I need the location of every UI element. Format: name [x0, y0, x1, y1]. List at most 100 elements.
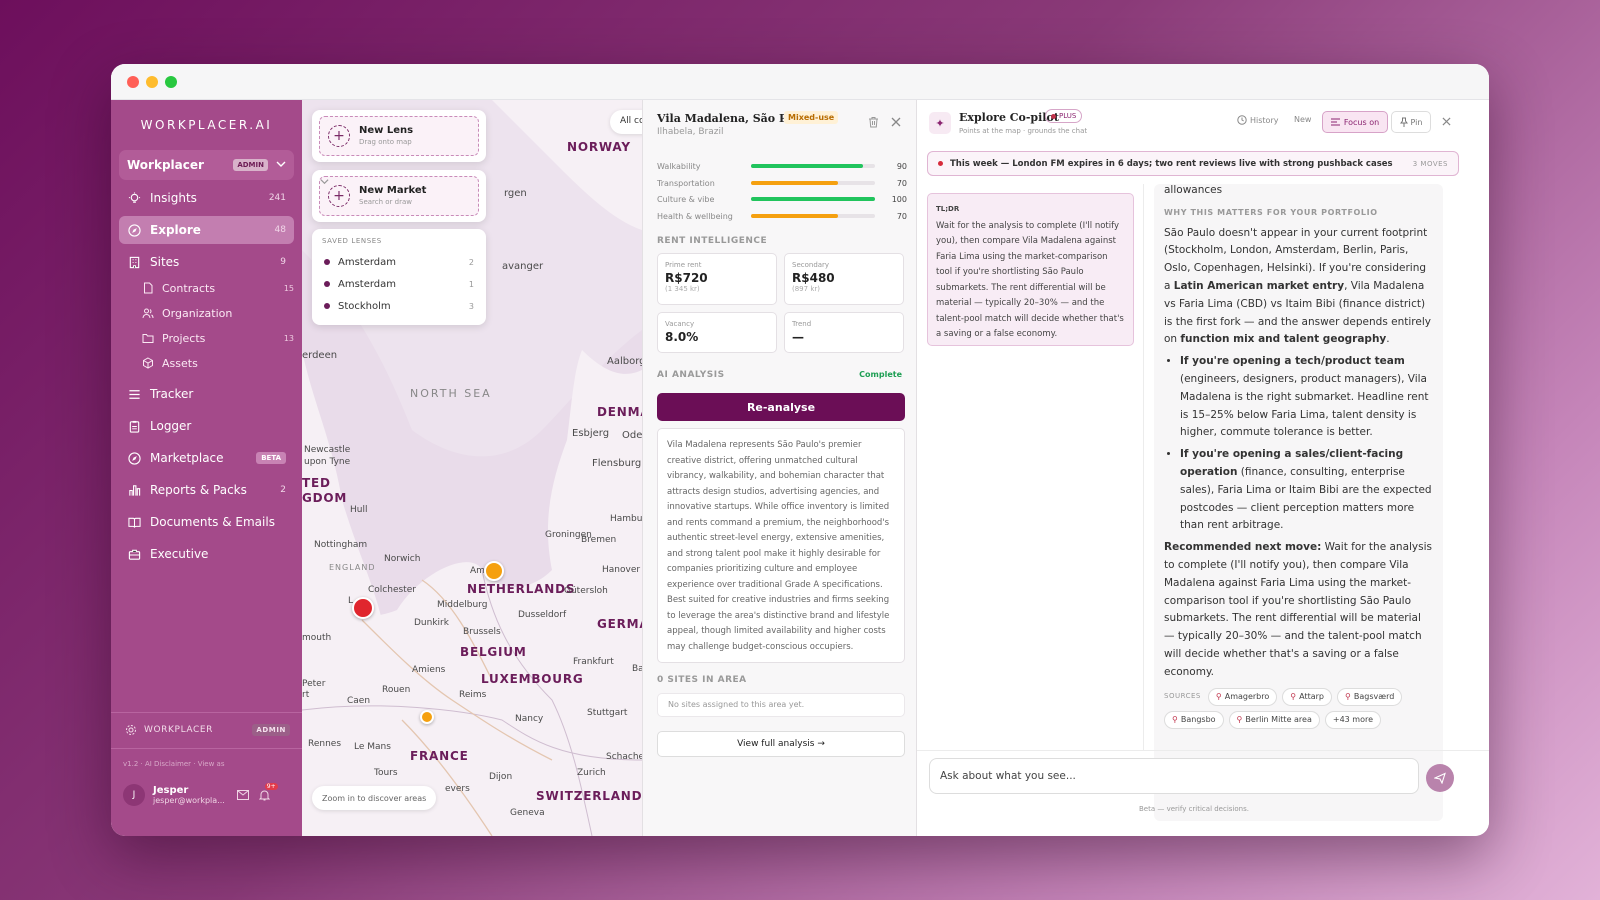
source-chip[interactable]: ⚲ Attarp [1282, 687, 1332, 706]
sidebar-divider [111, 748, 302, 749]
sidebar-divider [111, 712, 302, 713]
source-name: Amagerbro [1224, 691, 1270, 701]
sidebar-item-insights[interactable]: Insights 241 [119, 184, 294, 212]
place-label: Hanover [602, 565, 641, 575]
sidebar-subitem-contracts[interactable]: Contracts 15 [141, 276, 294, 300]
area-detail-panel: Vila Madalena, São Paulo Mixed-use Ilhab… [642, 100, 917, 836]
source-chip[interactable]: ⚲ Berlin Mitte area [1228, 710, 1320, 729]
new-lens-card[interactable]: + New Lens Drag onto map [312, 110, 486, 162]
new-lens-sub: Drag onto map [359, 138, 412, 146]
rent-sub: (897 kr) [792, 285, 820, 293]
new-lens-dropzone[interactable]: + New Lens Drag onto map [319, 116, 479, 156]
org-switcher[interactable]: Workplacer ADMIN [119, 150, 294, 180]
sidebar-item-sites[interactable]: Sites 9 [119, 248, 294, 276]
history-button[interactable]: History [1237, 115, 1278, 125]
new-chat-button[interactable]: New [1294, 115, 1311, 124]
rent-card-prime: Prime rent R$720 (1 345 kr) [657, 253, 777, 305]
sidebar-item-label: Documents & Emails [150, 515, 275, 529]
map-pin-orange[interactable] [420, 710, 434, 724]
sidebar-subitem-assets[interactable]: Assets [141, 351, 294, 375]
close-icon[interactable] [1442, 117, 1451, 126]
sidebar-item-documents[interactable]: Documents & Emails [119, 508, 294, 536]
answer-emphasis: Recommended next move: [1164, 541, 1322, 554]
maximize-window-button[interactable] [165, 76, 177, 88]
bar-chart-icon [127, 483, 141, 497]
place-label: Caen [347, 696, 371, 706]
source-chip[interactable]: ⚲ Bangsbo [1164, 710, 1224, 729]
close-icon[interactable] [891, 116, 901, 130]
answer-text: Wait for the analysis to complete (I'll … [1164, 541, 1433, 678]
country-label: NETHERLANDS [467, 582, 576, 596]
sidebar-subitem-label: Assets [162, 356, 198, 370]
app-window: WORKPLACER.AI Workplacer ADMIN Insights … [111, 64, 1489, 836]
sidebar-item-marketplace[interactable]: Marketplace BETA [119, 444, 294, 472]
chat-input[interactable]: Ask about what you see... [929, 758, 1419, 794]
metric-walkability: Walkability 90 [657, 160, 907, 172]
plus-icon: + [328, 185, 350, 207]
sidebar-item-explore[interactable]: Explore 48 [119, 216, 294, 244]
cube-icon [141, 357, 154, 370]
sidebar-subitem-organization[interactable]: Organization [141, 301, 294, 325]
user-profile[interactable]: J Jesper jesper@workpla... 9+ [123, 783, 293, 806]
sidebar-item-tracker[interactable]: Tracker [119, 380, 294, 408]
analysis-status: Complete [859, 370, 902, 379]
answer-bullet: If you're opening a tech/product team (e… [1180, 353, 1434, 442]
plus-badge: PLUS [1045, 109, 1083, 123]
saved-lens-item[interactable]: Amsterdam 2 [324, 254, 474, 270]
place-label: Oden [622, 430, 642, 441]
answer-emphasis: If you're opening a tech/product team [1180, 355, 1405, 368]
new-market-card[interactable]: + New Market Search or draw [312, 170, 486, 222]
app-logo: WORKPLACER.AI [140, 118, 273, 132]
sidebar-item-executive[interactable]: Executive [119, 540, 294, 568]
metric-value: 70 [896, 178, 907, 188]
place-label: Brussels [463, 627, 501, 637]
chat-answer: allowances WHY THIS MATTERS FOR YOUR POR… [1154, 184, 1443, 821]
sparkle-icon: ✦ [929, 112, 951, 134]
rent-label: Prime rent [665, 261, 702, 269]
saved-lens-item[interactable]: Stockholm 3 [324, 298, 474, 314]
sidebar: WORKPLACER.AI Workplacer ADMIN Insights … [111, 100, 302, 836]
place-label: Le Mans [354, 742, 391, 752]
workspace-settings[interactable]: WORKPLACER ADMIN [125, 724, 290, 736]
send-icon[interactable] [1426, 764, 1454, 792]
admin-badge: ADMIN [233, 159, 268, 171]
saved-lens-item[interactable]: Amsterdam 1 [324, 276, 474, 292]
history-label: History [1250, 115, 1279, 125]
map-pin-orange[interactable] [484, 561, 504, 581]
view-full-analysis-button[interactable]: View full analysis → [657, 731, 905, 757]
sites-in-area-header: 0 SITES IN AREA [657, 675, 747, 685]
sidebar-item-logger[interactable]: Logger [119, 412, 294, 440]
pin-button[interactable]: Pin [1391, 111, 1431, 133]
filter-chip[interactable]: All cc [610, 110, 642, 134]
pin-icon [1399, 117, 1408, 127]
minimize-window-button[interactable] [146, 76, 158, 88]
reanalyse-button[interactable]: Re-analyse [657, 393, 905, 421]
lens-count: 1 [468, 279, 474, 289]
trash-icon[interactable] [868, 116, 879, 131]
new-market-sub: Search or draw [359, 198, 412, 206]
mail-icon[interactable] [236, 790, 249, 800]
focus-toggle[interactable]: Focus on [1322, 111, 1388, 133]
rent-value: — [792, 330, 804, 344]
lens-name: Amsterdam [338, 278, 397, 290]
new-market-dropzone[interactable]: + New Market Search or draw [319, 176, 479, 216]
rent-card-secondary: Secondary R$480 (897 kr) [784, 253, 904, 305]
no-sites-message: No sites assigned to this area yet. [657, 693, 905, 717]
users-icon [141, 307, 154, 320]
map-pin-red[interactable] [352, 597, 374, 619]
version-links[interactable]: v1.2 · AI Disclaimer · View as [123, 760, 225, 768]
weekly-alert-banner[interactable]: This week — London FM expires in 6 days;… [927, 151, 1459, 176]
metric-value: 90 [896, 161, 907, 171]
source-chip[interactable]: ⚲ Bagsværd [1337, 687, 1403, 706]
more-sources-chip[interactable]: +43 more [1324, 710, 1382, 729]
metric-bar [751, 181, 875, 185]
notification-badge: 9+ [264, 783, 278, 790]
source-chip[interactable]: ⚲ Amagerbro [1207, 687, 1278, 706]
sidebar-subitem-projects[interactable]: Projects 13 [141, 326, 294, 350]
bell-icon[interactable]: 9+ [258, 783, 278, 801]
map-canvas[interactable]: NORTH SEA NORWAY DENMA NETHERLANDS BELGI… [302, 100, 642, 836]
close-window-button[interactable] [127, 76, 139, 88]
place-label: Dusseldorf [518, 610, 567, 620]
place-label: avanger [502, 261, 544, 272]
sidebar-item-reports[interactable]: Reports & Packs 2 [119, 476, 294, 504]
